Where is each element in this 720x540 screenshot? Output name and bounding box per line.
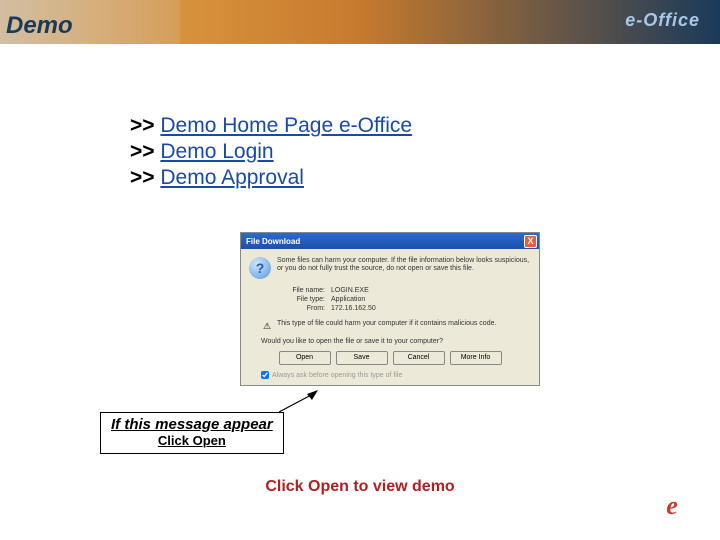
callout-box: If this message appear Click Open xyxy=(100,412,284,454)
always-ask-checkbox-label: Always ask before opening this type of f… xyxy=(261,371,531,379)
brand-text: e-Office xyxy=(625,10,700,31)
footer-instruction: Click Open to view demo xyxy=(0,478,720,496)
page-title: Demo xyxy=(6,12,73,40)
cancel-button[interactable]: Cancel xyxy=(393,351,445,365)
dialog-message: Some files can harm your computer. If th… xyxy=(277,257,531,279)
file-download-dialog: File Download X ? Some files can harm yo… xyxy=(240,232,540,386)
dialog-fields: File name: LOGIN.EXE File type: Applicat… xyxy=(277,287,531,312)
footer-logo: e xyxy=(636,482,708,530)
link-row: >> Demo Approval xyxy=(130,166,720,190)
dialog-question: Would you like to open the file or save … xyxy=(261,338,531,345)
demo-login-link[interactable]: Demo Login xyxy=(160,140,273,163)
always-ask-text: Always ask before opening this type of f… xyxy=(272,372,402,379)
filename-label: File name: xyxy=(277,287,325,294)
help-icon: ? xyxy=(249,257,271,279)
dialog-body: ? Some files can harm your computer. If … xyxy=(241,249,539,385)
chevron-icon: >> xyxy=(130,166,155,189)
demo-links: >> Demo Home Page e-Office >> Demo Login… xyxy=(130,114,720,190)
logo-e-icon: e xyxy=(666,491,678,521)
warning-icon: ⚠ xyxy=(261,320,273,332)
link-row: >> Demo Login xyxy=(130,140,720,164)
callout-line2: Click Open xyxy=(111,433,273,448)
dialog-buttons: Open Save Cancel More Info xyxy=(249,351,531,365)
from-label: From: xyxy=(277,305,325,312)
always-ask-checkbox[interactable] xyxy=(261,371,269,379)
filename-value: LOGIN.EXE xyxy=(331,287,369,294)
save-button[interactable]: Save xyxy=(336,351,388,365)
dialog-title: File Download xyxy=(246,237,300,246)
callout-line1: If this message appear xyxy=(111,416,273,433)
demo-homepage-link[interactable]: Demo Home Page e-Office xyxy=(160,114,412,137)
link-row: >> Demo Home Page e-Office xyxy=(130,114,720,138)
demo-approval-link[interactable]: Demo Approval xyxy=(160,166,304,189)
filetype-value: Application xyxy=(331,296,365,303)
close-icon[interactable]: X xyxy=(524,235,537,248)
chevron-icon: >> xyxy=(130,140,155,163)
warning-text: This type of file could harm your comput… xyxy=(277,320,496,328)
header-banner: Demo e-Office xyxy=(0,0,720,44)
chevron-icon: >> xyxy=(130,114,155,137)
open-button[interactable]: Open xyxy=(279,351,331,365)
more-info-button[interactable]: More Info xyxy=(450,351,502,365)
arrow-icon xyxy=(279,390,318,412)
dialog-titlebar: File Download X xyxy=(241,233,539,249)
from-value: 172.16.162.50 xyxy=(331,305,376,312)
filetype-label: File type: xyxy=(277,296,325,303)
